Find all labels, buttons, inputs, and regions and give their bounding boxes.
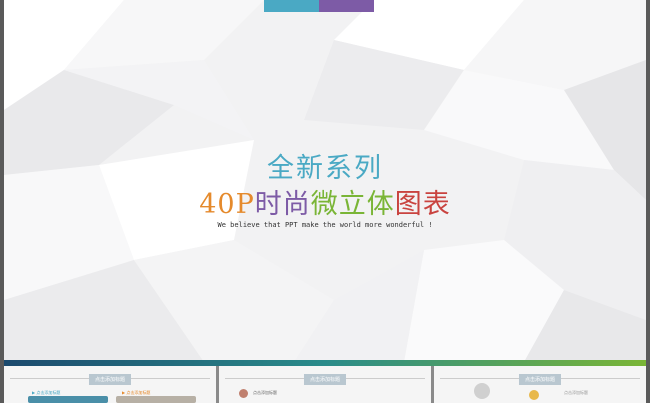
thumbnail-tag: 点击添加标题 bbox=[564, 390, 588, 395]
accent-segment-teal bbox=[264, 0, 319, 12]
thumbnail-circle-icon bbox=[474, 383, 490, 399]
top-accent-bar bbox=[264, 0, 374, 12]
thumbnail-tag: 点击添加标题 bbox=[253, 390, 277, 395]
thumbnail-strip: 点击添加标题 ▶ 点击添加标题 ▶ 点击添加标题 点击添加标题 点击添加标题 点… bbox=[4, 366, 646, 403]
title-part-charts: 图表 bbox=[394, 189, 451, 220]
thumbnail-block bbox=[116, 396, 196, 403]
thumbnail-title: 点击添加标题 bbox=[518, 374, 562, 385]
slide-tagline: We believe that PPT make the world more … bbox=[217, 221, 433, 229]
title-part-3d: 微立体 bbox=[310, 189, 395, 220]
thumbnail-block bbox=[28, 396, 108, 403]
slide-title-line2: 40P时尚微立体图表 bbox=[4, 182, 646, 221]
slide-canvas: 全新系列 40P时尚微立体图表 We believe that PPT make… bbox=[4, 0, 646, 403]
slide-thumbnail-3[interactable]: 点击添加标题 点击添加标题 bbox=[434, 366, 646, 403]
title-part-40p: 40P bbox=[199, 189, 255, 220]
thumbnail-title: 点击添加标题 bbox=[303, 374, 347, 385]
slide-thumbnail-2[interactable]: 点击添加标题 点击添加标题 bbox=[219, 366, 431, 403]
thumbnail-circle-icon bbox=[529, 390, 539, 400]
slide-thumbnail-1[interactable]: 点击添加标题 ▶ 点击添加标题 ▶ 点击添加标题 bbox=[4, 366, 216, 403]
title-part-fashion: 时尚 bbox=[254, 189, 311, 220]
thumbnail-circle-icon bbox=[239, 389, 248, 398]
thumbnail-title: 点击添加标题 bbox=[88, 374, 132, 385]
accent-segment-purple bbox=[319, 0, 374, 12]
slide-title-line1: 全新系列 bbox=[267, 153, 383, 184]
